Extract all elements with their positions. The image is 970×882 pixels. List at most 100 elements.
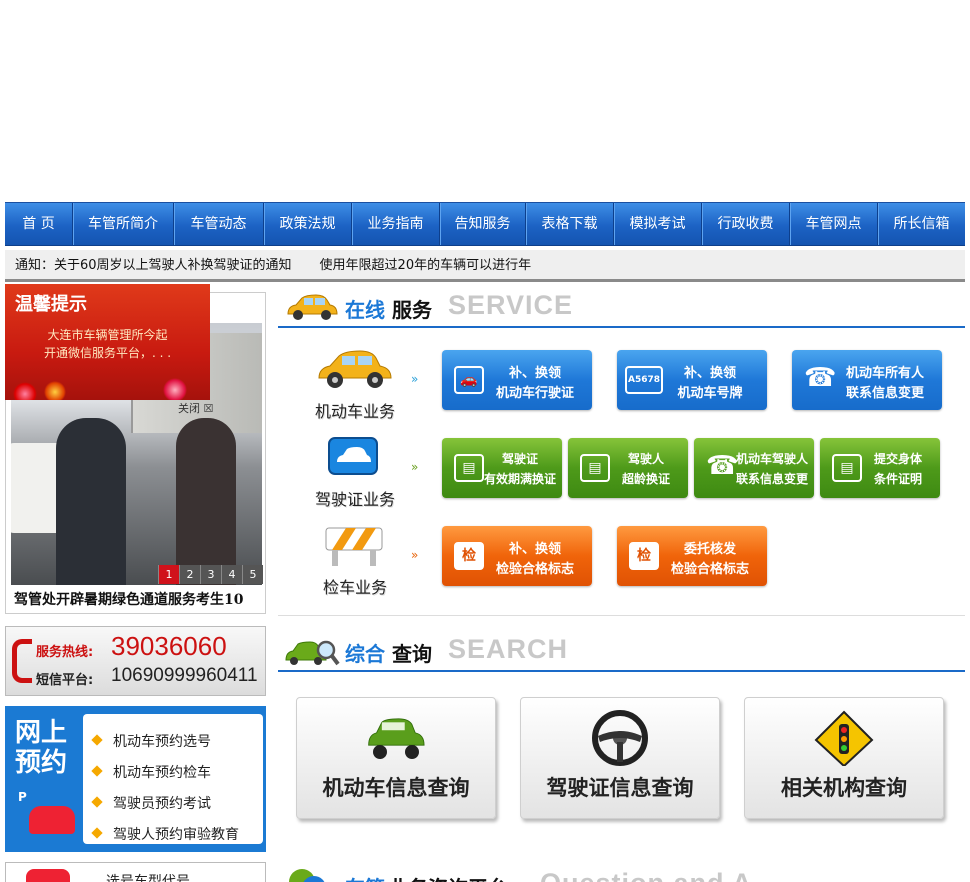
consult-header: 车管 业务咨询平台 Question and A (278, 862, 965, 882)
query-label: 相关机构查询 (781, 776, 907, 800)
license-query-button[interactable]: 驾驶证信息查询 (520, 697, 720, 819)
section-title: 综合 (345, 642, 385, 666)
car-icon: 🚗 (454, 366, 484, 394)
id-card-icon: ▤ (832, 454, 862, 482)
popup-close-button[interactable]: 关闭 ☒ (178, 400, 213, 416)
nav-forms[interactable]: 表格下载 (526, 203, 614, 245)
nav-home[interactable]: 首 页 (5, 203, 73, 245)
btn-label: 检验合格标志 (670, 562, 749, 577)
btn-label: 提交身体 (873, 452, 922, 466)
section-title-en: SEARCH (448, 634, 569, 664)
popup-title: 温馨提示 (15, 294, 87, 315)
institution-query-button[interactable]: 相关机构查询 (744, 697, 944, 819)
btn-inspection-entrust[interactable]: 检 委托核发 检验合格标志 (617, 526, 767, 586)
slider-caption[interactable]: 驾管处开辟暑期绿色通道服务考生10 (14, 589, 243, 609)
inspection-icon: 检 (629, 542, 659, 570)
btn-label: 联系信息变更 (845, 386, 924, 401)
slider-page[interactable]: 5 (242, 565, 263, 584)
category-license[interactable]: 驾驶证业务 (300, 430, 410, 510)
booking-title: 网上预约 (15, 718, 68, 778)
phone-icon: ☎ (706, 451, 739, 481)
car-icon (29, 806, 75, 834)
arrow-right-icon: » (411, 548, 419, 562)
parking-sign-icon: P (18, 790, 27, 804)
arrow-right-icon: » (411, 460, 419, 474)
hotline-banner: 服务热线: 39036060 短信平台: 10690999960411 (5, 626, 266, 696)
slider-page[interactable]: 2 (179, 565, 200, 584)
btn-driver-contact[interactable]: ☎ 机动车驾驶人 联系信息变更 (694, 438, 814, 498)
btn-owner-contact[interactable]: ☎ 机动车所有人 联系信息变更 (792, 350, 942, 410)
nav-policy[interactable]: 政策法规 (264, 203, 352, 245)
notice-ticker: 通知：关于60周岁以上驾驶人补换驾驶证的通知 使用年限超过20年的车辆可以进行年 (5, 250, 965, 282)
btn-inspection-replace[interactable]: 检 补、换领 检验合格标志 (442, 526, 592, 586)
nav-mailbox[interactable]: 所长信箱 (878, 203, 965, 245)
nav-news[interactable]: 车管动态 (174, 203, 264, 245)
sms-number: 10690999960411 (111, 665, 258, 686)
btn-label: 补、换领 (508, 542, 561, 557)
btn-label: 机动车行驶证 (495, 386, 574, 401)
btn-label: 检验合格标志 (495, 562, 574, 577)
booking-item[interactable]: 驾驶人预约审验教育 (93, 824, 239, 844)
popup-line: 大连市车辆管理所今起 (47, 328, 168, 342)
btn-health-proof[interactable]: ▤ 提交身体 条件证明 (820, 438, 940, 498)
btn-label: 超龄换证 (621, 472, 670, 486)
plate-selection-banner[interactable]: 选号车型代号 (5, 862, 266, 882)
slider-page[interactable]: 4 (221, 565, 242, 584)
slider-pager: 1 2 3 4 5 (158, 565, 263, 584)
nav-exam[interactable]: 模拟考试 (614, 203, 702, 245)
flowers-decoration (5, 374, 210, 400)
plate-icon: A5678 (625, 366, 663, 394)
section-title-b: 查询 (392, 642, 432, 666)
nav-notify[interactable]: 告知服务 (440, 203, 526, 245)
vehicle-query-button[interactable]: 机动车信息查询 (296, 697, 496, 819)
section-title-b: 服务 (392, 298, 432, 322)
barrier-icon (325, 527, 383, 566)
divider (278, 615, 965, 616)
category-label: 机动车业务 (314, 402, 395, 421)
chat-icon (289, 869, 325, 882)
notice-popup[interactable]: 温馨提示 大连市车辆管理所今起 开通微信服务平台，. . . (5, 284, 210, 400)
category-label: 驾驶证业务 (314, 490, 395, 509)
btn-label: 补、换领 (508, 366, 561, 381)
nav-branches[interactable]: 车管网点 (790, 203, 878, 245)
btn-label: 条件证明 (873, 472, 922, 486)
hotline-number: 39036060 (111, 631, 227, 661)
btn-label: 驾驶证 (501, 452, 538, 466)
notice-item[interactable]: 通知：关于60周岁以上驾驶人补换驾驶证的通知 (15, 258, 292, 273)
online-service-header: 在线 服务 SERVICE (278, 288, 965, 328)
phone-icon (12, 639, 32, 683)
btn-license-renew[interactable]: ▤ 驾驶证 有效期满换证 (442, 438, 562, 498)
notice-item[interactable]: 使用年限超过20年的车辆可以进行年 (320, 258, 532, 273)
nav-fees[interactable]: 行政收费 (702, 203, 790, 245)
btn-label: 机动车号牌 (677, 386, 743, 401)
arrow-right-icon: » (411, 372, 419, 386)
phone-icon: ☎ (804, 363, 837, 393)
btn-label: 补、换领 (683, 366, 736, 381)
nav-guide[interactable]: 业务指南 (352, 203, 440, 245)
category-inspection[interactable]: 检车业务 (300, 518, 410, 598)
slider-page[interactable]: 3 (200, 565, 221, 584)
sms-label: 短信平台: (36, 673, 94, 688)
btn-age-renew[interactable]: ▤ 驾驶人 超龄换证 (568, 438, 688, 498)
id-card-icon: ▤ (454, 454, 484, 482)
booking-item[interactable]: 机动车预约检车 (93, 762, 211, 782)
section-title: 车管 (345, 872, 385, 882)
section-title-b: 业务咨询平台 (388, 872, 508, 882)
category-vehicle[interactable]: 机动车业务 (300, 342, 410, 422)
nav-about[interactable]: 车管所简介 (73, 203, 174, 245)
query-label: 机动车信息查询 (322, 776, 470, 800)
booking-item[interactable]: 驾驶员预约考试 (93, 793, 211, 813)
category-label: 检车业务 (322, 578, 387, 597)
slider-page[interactable]: 1 (158, 565, 179, 584)
query-label: 驾驶证信息查询 (546, 776, 694, 800)
btn-plate-replace[interactable]: A5678 补、换领 机动车号牌 (617, 350, 767, 410)
btn-license-replace[interactable]: 🚗 补、换领 机动车行驶证 (442, 350, 592, 410)
license-icon (328, 437, 378, 475)
plate-selection-label: 选号车型代号 (106, 874, 190, 882)
btn-label: 委托核发 (683, 542, 736, 557)
steering-wheel-icon (592, 710, 648, 766)
booking-item[interactable]: 机动车预约选号 (93, 731, 211, 751)
section-title: 在线 (345, 298, 385, 322)
section-title-en: SERVICE (448, 290, 574, 320)
booking-list: 机动车预约选号 机动车预约检车 驾驶员预约考试 驾驶人预约审验教育 (83, 714, 263, 844)
